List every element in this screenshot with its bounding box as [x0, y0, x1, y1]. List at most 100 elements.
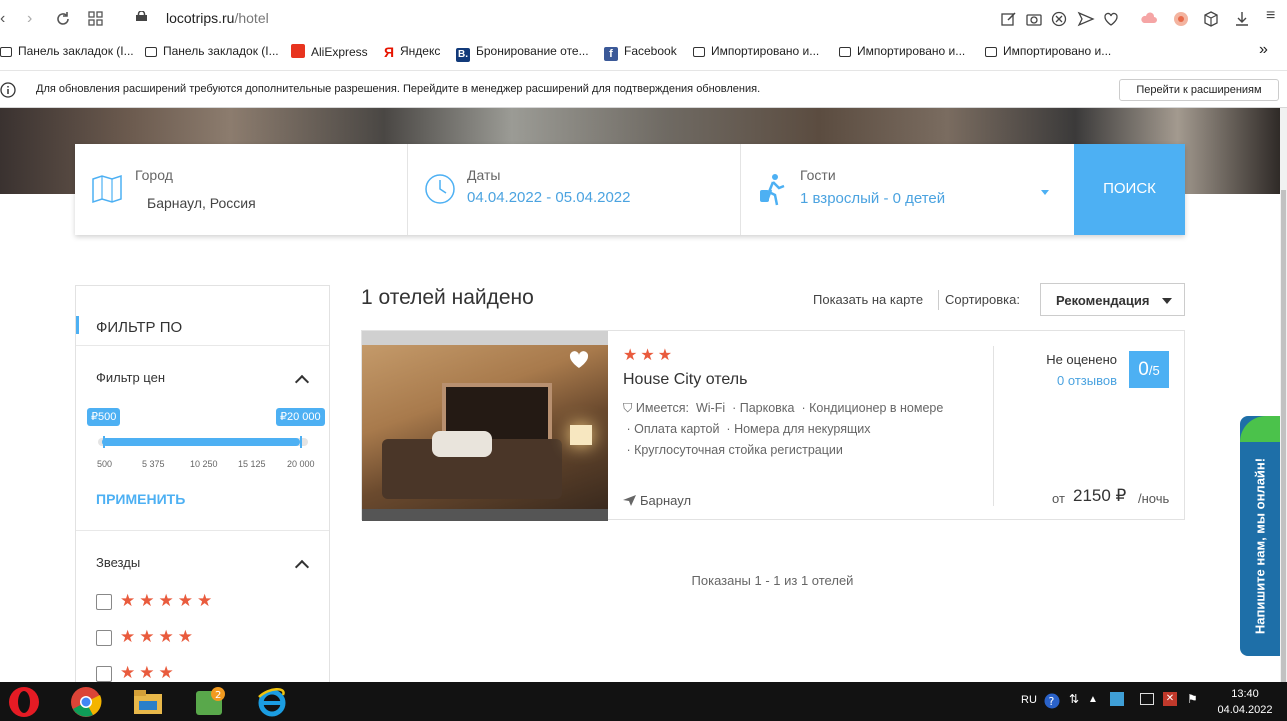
- scrollbar-thumb[interactable]: [1281, 190, 1286, 690]
- stars-3-label: ★★★: [120, 663, 178, 682]
- location-arrow-icon: [623, 495, 636, 506]
- amenity: Wi-Fi: [695, 401, 726, 415]
- bookmark-folder[interactable]: Импортировано и...: [693, 44, 819, 58]
- help-icon[interactable]: ?: [1044, 693, 1060, 709]
- slider-handle-min[interactable]: [103, 436, 105, 448]
- show-on-map-link[interactable]: Показать на карте: [813, 292, 923, 307]
- opera-icon[interactable]: [7, 685, 41, 719]
- info-icon: [0, 82, 16, 98]
- amenity: Оплата картой: [634, 422, 720, 436]
- map-icon: [92, 174, 122, 204]
- favorite-heart-icon[interactable]: [569, 351, 589, 369]
- dates-field[interactable]: Даты 04.04.2022 - 05.04.2022: [408, 144, 741, 235]
- stars-4-checkbox[interactable]: [96, 630, 112, 646]
- tray-display-icon[interactable]: [1140, 693, 1154, 705]
- download-icon[interactable]: [1233, 10, 1251, 28]
- extension-icon[interactable]: [1172, 10, 1190, 28]
- bookmarks-overflow-icon[interactable]: »: [1259, 41, 1268, 59]
- tray-network-icon[interactable]: ⇅: [1069, 692, 1079, 706]
- close-circle-icon[interactable]: [1050, 10, 1068, 28]
- folder-icon: [145, 47, 157, 57]
- chat-online-indicator: [1240, 416, 1280, 442]
- bookmark-aliexpress[interactable]: AliExpress: [291, 44, 368, 59]
- hotel-card[interactable]: ★★★ House City отель ⛉ Имеется: Wi-Fi · …: [361, 330, 1185, 521]
- language-indicator[interactable]: RU: [1021, 694, 1037, 706]
- slider-handle-max[interactable]: [300, 436, 302, 448]
- sort-select[interactable]: Рекомендация: [1040, 283, 1185, 316]
- pagination-summary: Показаны 1 - 1 из 1 отелей: [691, 573, 854, 588]
- bookmark-folder[interactable]: Импортировано и...: [985, 44, 1111, 58]
- guests-value[interactable]: 1 взрослый - 0 детей: [800, 190, 945, 207]
- caret-down-icon[interactable]: [1041, 190, 1049, 195]
- price-tick: 15 125: [238, 459, 266, 469]
- lamp: [570, 425, 592, 445]
- city-input[interactable]: Барнаул, Россия: [135, 186, 393, 220]
- reload-icon[interactable]: [55, 11, 71, 27]
- price-from: от: [1052, 491, 1065, 506]
- file-explorer-icon[interactable]: [131, 685, 165, 719]
- folder-icon: [839, 47, 851, 57]
- dates-value[interactable]: 04.04.2022 - 05.04.2022: [467, 189, 630, 206]
- search-button[interactable]: ПОИСК: [1074, 144, 1185, 235]
- hotel-name[interactable]: House City отель: [623, 371, 747, 389]
- apply-price-button[interactable]: ПРИМЕНИТЬ: [96, 491, 185, 507]
- camera-icon[interactable]: [1025, 10, 1043, 28]
- heart-outline-icon[interactable]: [1102, 10, 1120, 28]
- guests-field[interactable]: Гости 1 взрослый - 0 детей: [741, 144, 1074, 235]
- tray-flag-icon[interactable]: ⚑: [1187, 692, 1198, 706]
- send-icon[interactable]: [1077, 10, 1095, 28]
- rating-status: Не оценено: [1046, 352, 1117, 367]
- stars-3-checkbox[interactable]: [96, 666, 112, 682]
- divider: [76, 530, 329, 531]
- go-to-extensions-button[interactable]: Перейти к расширениям: [1119, 79, 1279, 101]
- clock-time[interactable]: 13:40: [1220, 688, 1270, 700]
- chat-label: Напишите нам, мы онлайн!: [1252, 457, 1268, 635]
- price-value: 2150 ₽: [1073, 486, 1127, 505]
- address-bar[interactable]: locotrips.ru/hotel: [130, 8, 990, 30]
- collapse-price-icon[interactable]: [294, 374, 310, 390]
- infobar-message: Для обновления расширений требуются допо…: [36, 83, 761, 95]
- cloud-icon[interactable]: [1140, 10, 1158, 28]
- tray-expand-icon[interactable]: ▲: [1088, 694, 1098, 705]
- internet-explorer-icon[interactable]: [255, 685, 289, 719]
- browser-toolbar: ‹ › locotrips.ru/hotel ≡: [0, 0, 1287, 38]
- clock-date[interactable]: 04.04.2022: [1210, 704, 1280, 716]
- page-content: Город Барнаул, Россия Даты 04.04.2022 - …: [0, 108, 1280, 682]
- forward-icon[interactable]: ›: [27, 10, 32, 28]
- price-slider-fill: [102, 438, 300, 446]
- 2gis-icon[interactable]: 2: [193, 685, 227, 719]
- box-icon[interactable]: [1202, 10, 1220, 28]
- menu-icon[interactable]: ≡: [1266, 7, 1275, 25]
- lock-icon: [136, 11, 147, 21]
- hotel-location: Барнаул: [623, 493, 691, 508]
- bookmark-folder[interactable]: Панель закладок (I...: [145, 44, 279, 58]
- pillow: [432, 431, 492, 457]
- folder-icon: [985, 47, 997, 57]
- divider: [993, 346, 994, 506]
- page-scrollbar[interactable]: [1280, 108, 1287, 690]
- folder-icon: [693, 47, 705, 57]
- url-text: locotrips.ru/hotel: [166, 10, 269, 26]
- chrome-icon[interactable]: [69, 685, 103, 719]
- back-icon[interactable]: ‹: [0, 10, 5, 28]
- stars-4-label: ★★★★: [120, 627, 197, 646]
- stars-5-checkbox[interactable]: [96, 594, 112, 610]
- edit-icon[interactable]: [1000, 10, 1018, 28]
- tray-app-icon[interactable]: [1110, 692, 1124, 706]
- chat-widget[interactable]: Напишите нам, мы онлайн!: [1240, 416, 1280, 656]
- price-slider-track[interactable]: [98, 438, 308, 446]
- reviews-link[interactable]: 0 отзывов: [1022, 373, 1117, 388]
- hotel-photo[interactable]: [362, 331, 608, 521]
- bookmark-yandex[interactable]: Я Яндекс: [384, 44, 440, 60]
- bookmark-booking[interactable]: B. Бронирование оте...: [456, 44, 589, 62]
- speed-dial-icon[interactable]: [88, 11, 103, 26]
- collapse-stars-icon[interactable]: [294, 559, 310, 575]
- guests-label: Гости: [800, 167, 836, 183]
- tray-network-error-icon[interactable]: ✕: [1163, 692, 1177, 706]
- bookmark-facebook[interactable]: f Facebook: [604, 44, 677, 61]
- bookmark-folder[interactable]: Импортировано и...: [839, 44, 965, 58]
- sort-value: Рекомендация: [1056, 293, 1150, 308]
- price-tick: 500: [97, 459, 113, 469]
- bookmark-folder[interactable]: Панель закладок (I...: [0, 44, 134, 58]
- city-field[interactable]: Город Барнаул, Россия: [75, 144, 408, 235]
